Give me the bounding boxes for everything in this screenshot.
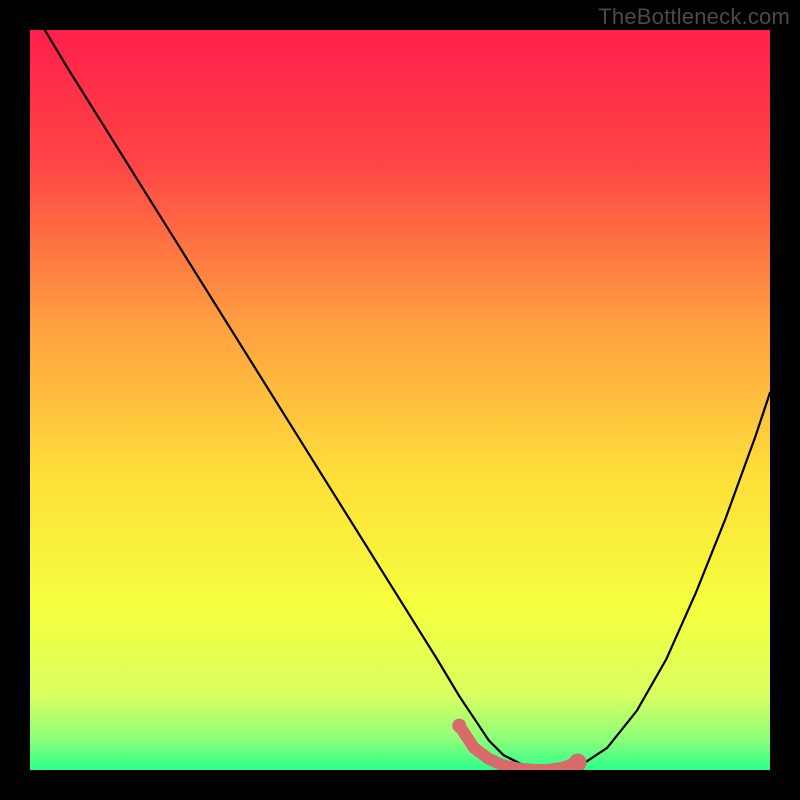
watermark-text: TheBottleneck.com — [598, 4, 790, 30]
highlight-start-dot — [452, 719, 466, 733]
chart-container: TheBottleneck.com — [0, 0, 800, 800]
chart-svg — [30, 30, 770, 770]
chart-background — [30, 30, 770, 770]
chart-plot-area — [30, 30, 770, 770]
